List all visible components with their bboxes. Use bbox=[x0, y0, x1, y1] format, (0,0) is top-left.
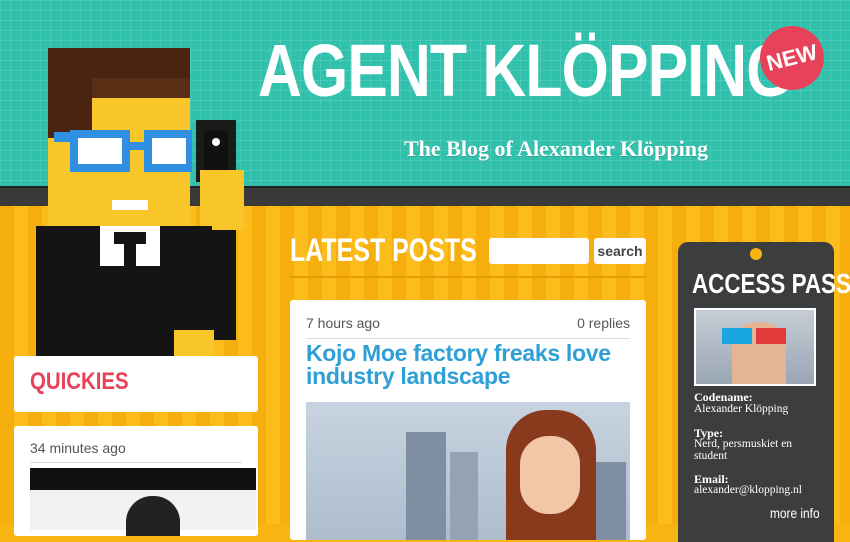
quick-post-card[interactable]: 34 minutes ago bbox=[14, 426, 258, 536]
3d-glasses-left-icon bbox=[722, 328, 752, 344]
heading-underline bbox=[290, 276, 646, 278]
divider bbox=[306, 338, 630, 339]
quick-post-time: 34 minutes ago bbox=[30, 440, 126, 456]
divider bbox=[30, 462, 242, 463]
pixel-agent-mascot-icon bbox=[36, 48, 244, 370]
person-face-shape bbox=[520, 436, 580, 514]
codename-value: Alexander Klöpping bbox=[694, 403, 789, 415]
post-card: 7 hours ago 0 replies Kojo Moe factory f… bbox=[290, 300, 646, 540]
post-image[interactable] bbox=[306, 402, 630, 540]
3d-glasses-right-icon bbox=[756, 328, 786, 344]
more-info-link[interactable]: more info bbox=[770, 505, 820, 521]
quickies-heading: QUICKIES bbox=[30, 368, 129, 395]
building-shape bbox=[450, 452, 478, 540]
search-button[interactable]: search bbox=[594, 238, 646, 264]
latest-posts-heading: LATEST POSTS bbox=[290, 232, 477, 268]
site-title[interactable]: AGENT KLÖPPING bbox=[258, 34, 793, 108]
type-value: Nerd, persmuskiet en student bbox=[694, 438, 793, 462]
search-input[interactable] bbox=[489, 238, 589, 264]
email-link[interactable]: alexander@klopping.nl bbox=[694, 484, 824, 496]
quickies-panel[interactable]: QUICKIES bbox=[14, 356, 258, 412]
site-subtitle: The Blog of Alexander Klöpping bbox=[404, 136, 708, 161]
post-replies-link[interactable]: 0 replies bbox=[577, 315, 630, 331]
quick-post-image[interactable] bbox=[30, 468, 256, 536]
pass-hole-icon bbox=[750, 248, 762, 260]
access-pass-title: ACCESS PASS bbox=[692, 268, 850, 299]
post-time: 7 hours ago bbox=[306, 315, 380, 331]
post-title-link[interactable]: Kojo Moe factory freaks love industry la… bbox=[306, 342, 636, 388]
profile-photo bbox=[694, 308, 816, 386]
